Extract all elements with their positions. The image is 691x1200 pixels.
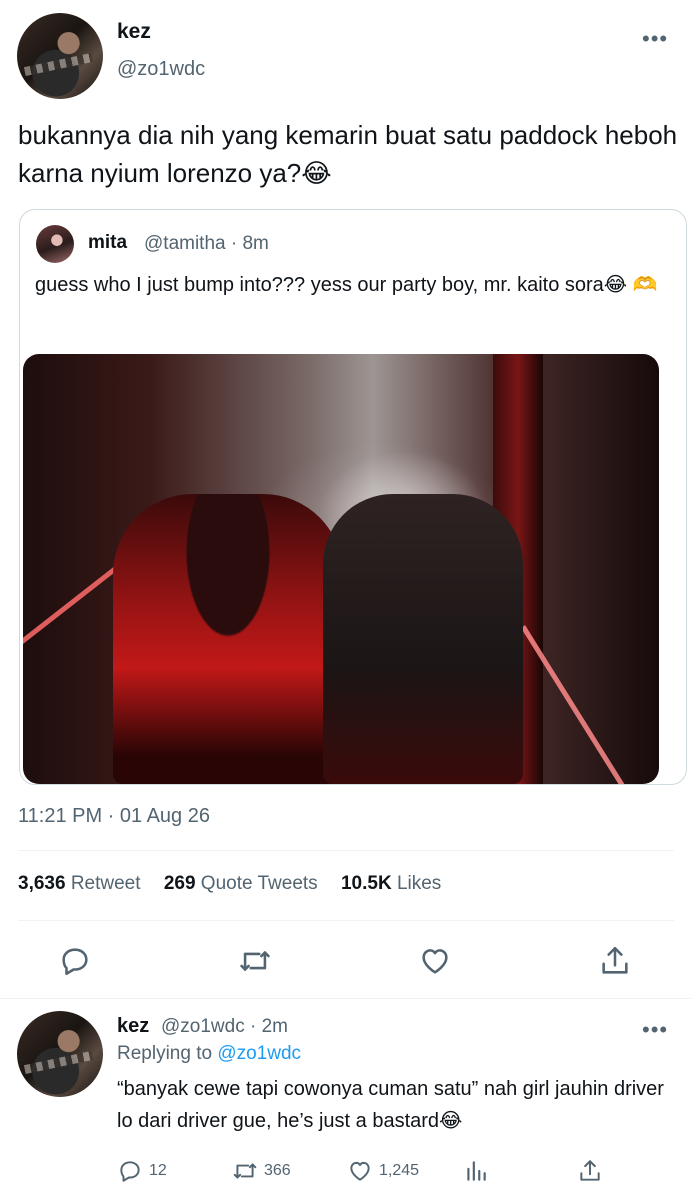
heart-icon[interactable] bbox=[347, 1158, 373, 1184]
analytics-action[interactable] bbox=[463, 1156, 489, 1186]
author-name[interactable]: kez bbox=[117, 20, 151, 44]
replying-to-link[interactable]: @zo1wdc bbox=[217, 1043, 301, 1064]
likes-stat[interactable]: 10.5K Likes bbox=[341, 873, 441, 895]
author-handle[interactable]: @zo1wdc bbox=[117, 58, 205, 81]
reply-author-handle-time[interactable]: @zo1wdc · 2m bbox=[161, 1016, 288, 1038]
retweet-icon[interactable] bbox=[238, 944, 272, 978]
reply-icon[interactable] bbox=[117, 1158, 143, 1184]
retweet-action[interactable]: 366 bbox=[232, 1156, 291, 1186]
quote-tweets-stat[interactable]: 269 Quote Tweets bbox=[164, 873, 318, 895]
like-count: 1,245 bbox=[379, 1162, 420, 1179]
quoted-tweet-text: guess who I just bump into??? yess our p… bbox=[35, 274, 658, 296]
share-action[interactable] bbox=[577, 1156, 603, 1186]
tweet-text: bukannya dia nih yang kemarin buat satu … bbox=[18, 120, 678, 188]
divider bbox=[18, 920, 674, 921]
like-action[interactable]: 1,245 bbox=[347, 1156, 419, 1186]
engagement-stats: 3,636 Retweet 269 Quote Tweets 10.5K Lik… bbox=[18, 873, 459, 895]
reply-icon[interactable] bbox=[58, 944, 92, 978]
replying-to: Replying to @zo1wdc bbox=[117, 1043, 302, 1064]
more-horizontal-icon[interactable]: ••• bbox=[642, 28, 668, 50]
heart-icon[interactable] bbox=[418, 944, 452, 978]
quoted-author-handle-time[interactable]: @tamitha · 8m bbox=[144, 233, 269, 255]
quoted-tweet-photo[interactable] bbox=[23, 354, 659, 784]
author-avatar[interactable] bbox=[17, 13, 103, 99]
reply-text: “banyak cewe tapi cowonya cuman satu” na… bbox=[117, 1078, 664, 1132]
quoted-author-name[interactable]: mita bbox=[88, 232, 127, 254]
tweet-timestamp[interactable]: 11:21 PM · 01 Aug 26 bbox=[18, 805, 210, 828]
share-icon[interactable] bbox=[598, 944, 632, 978]
quoted-author-avatar[interactable] bbox=[36, 225, 74, 263]
retweet-icon[interactable] bbox=[232, 1158, 258, 1184]
retweet-stat[interactable]: 3,636 Retweet bbox=[18, 873, 141, 895]
reply-action[interactable]: 12 bbox=[117, 1156, 167, 1186]
analytics-icon[interactable] bbox=[463, 1158, 489, 1184]
divider bbox=[18, 850, 674, 851]
section-separator bbox=[0, 998, 691, 999]
reply-count: 12 bbox=[149, 1162, 167, 1179]
more-horizontal-icon[interactable]: ••• bbox=[642, 1019, 668, 1041]
retweet-count: 366 bbox=[264, 1162, 291, 1179]
reply-author-avatar[interactable] bbox=[17, 1011, 103, 1097]
share-icon[interactable] bbox=[577, 1158, 603, 1184]
quoted-tweet-card[interactable]: mita @tamitha · 8m guess who I just bump… bbox=[19, 209, 687, 785]
reply-author-name[interactable]: kez bbox=[117, 1015, 149, 1038]
